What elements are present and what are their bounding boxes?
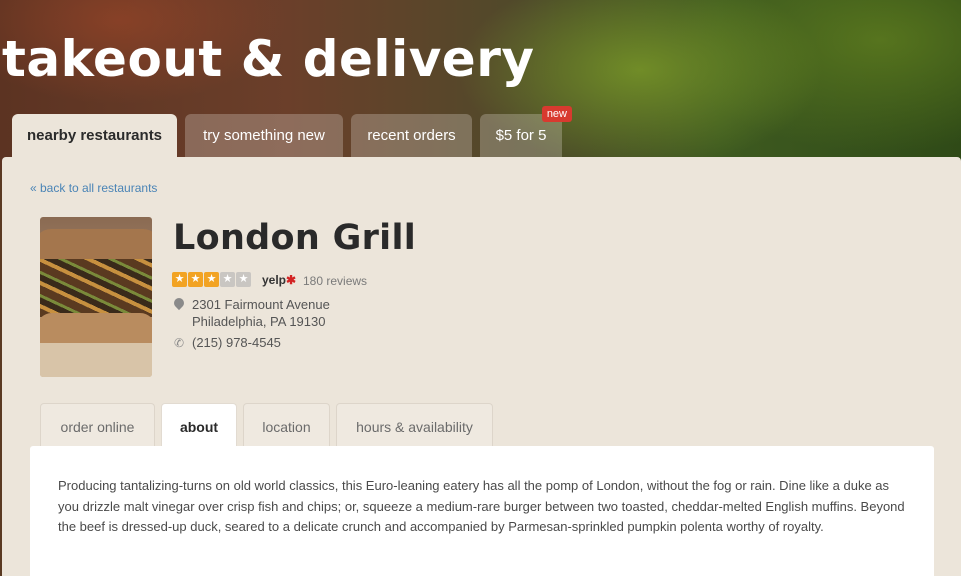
tab-label: about [179,419,219,435]
tab-five-for-five[interactable]: $5 for 5 new [480,106,572,158]
back-to-restaurants-link[interactable]: « back to all restaurants [30,181,157,195]
tab-nearby-restaurants[interactable]: nearby restaurants [12,114,177,158]
tab-hours-availability[interactable]: hours & availability [336,403,493,447]
tab-try-something-new[interactable]: try something new [185,114,343,158]
photo-filling [40,259,152,317]
photo-paper [40,343,152,377]
tab-location[interactable]: location [243,403,330,447]
tab-label: order online [60,419,135,435]
phone-icon: ✆ [174,336,185,350]
address-line-1: 2301 Fairmount Avenue [192,297,330,312]
tab-label: hours & availability [356,419,473,435]
new-badge: new [541,106,572,122]
restaurant-name: London Grill [173,218,417,258]
yelp-wordmark: yelp [262,273,287,287]
tab-recent-orders[interactable]: recent orders [351,114,472,158]
tab-label: recent orders [367,127,456,144]
about-description: Producing tantalizing-turns on old world… [58,478,905,534]
review-count[interactable]: 180 reviews [303,274,367,288]
tab-order-online[interactable]: order online [40,403,155,447]
star-icon: ★ [188,272,203,287]
tab-label: location [262,419,311,435]
restaurant-photo [40,217,152,377]
page-title: takeout & delivery [2,30,535,88]
tab-label: nearby restaurants [26,127,163,144]
yelp-burst-icon: ✱ [286,273,297,287]
star-icon: ★ [204,272,219,287]
tab-about[interactable]: about [161,403,237,447]
phone-number: (215) 978-4545 [192,335,281,350]
tab-label: $5 for 5 [495,127,547,144]
photo-bread-top [40,229,152,263]
address-line-2: Philadelphia, PA 19130 [192,314,326,329]
star-icon: ★ [220,272,235,287]
yelp-logo[interactable]: yelp✱ [262,273,296,287]
tab-label: try something new [203,127,325,144]
star-rating: ★ ★ ★ ★ ★ [172,272,251,287]
star-icon: ★ [172,272,187,287]
about-panel: Producing tantalizing-turns on old world… [30,446,934,576]
star-icon: ★ [236,272,251,287]
